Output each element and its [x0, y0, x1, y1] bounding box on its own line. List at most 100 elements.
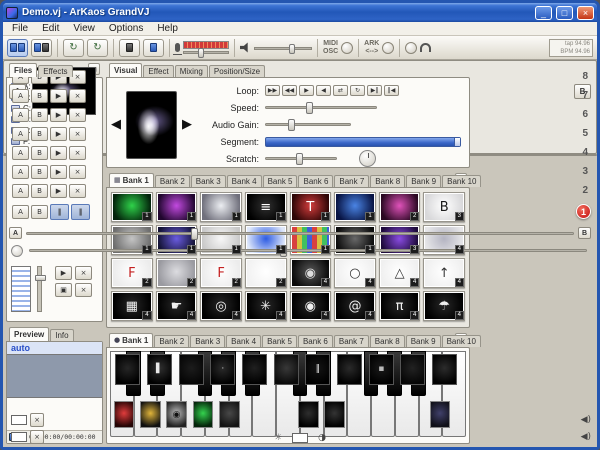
tab-effects[interactable]: Effects [38, 65, 72, 77]
layer-4-play-button[interactable]: ▶ [50, 146, 67, 160]
keyboard-clip[interactable] [430, 401, 451, 429]
kb-bank-tab-bank-8[interactable]: Bank 8 [370, 335, 405, 347]
tab-position-size[interactable]: Position/Size [209, 65, 265, 77]
layer-2-a-button[interactable]: A [12, 184, 29, 198]
keyboard-clip[interactable] [274, 354, 299, 385]
crossfader-track[interactable] [26, 232, 574, 235]
kb-bank-tab-bank-5[interactable]: Bank 5 [262, 335, 297, 347]
keyboard-clip[interactable] [432, 354, 457, 385]
kb-bank-tab-bank-4[interactable]: Bank 4 [226, 335, 261, 347]
layer-5-b-button[interactable]: B [31, 127, 48, 141]
bank-tab-bank-8[interactable]: Bank 8 [370, 175, 405, 187]
bank-tab-bank-1[interactable]: ▦Bank 1 [109, 173, 154, 187]
keyboard-clip[interactable] [219, 401, 240, 429]
kb-bank-tab-bank-9[interactable]: Bank 9 [406, 335, 441, 347]
bank-tab-bank-2[interactable]: Bank 2 [155, 175, 190, 187]
minimize-button[interactable]: _ [535, 6, 552, 20]
close-button[interactable]: × [577, 6, 594, 20]
layer-4-a-button[interactable]: A [12, 146, 29, 160]
keyboard-clip[interactable] [114, 401, 135, 429]
maximize-button[interactable]: □ [556, 6, 573, 20]
cue-list[interactable] [11, 266, 31, 312]
master-speed-slider[interactable] [29, 249, 587, 252]
keyboard-clip[interactable]: ▪ [369, 354, 394, 385]
keyboard-clip[interactable] [140, 401, 161, 429]
keyboard-clip[interactable] [242, 354, 267, 385]
layer-6-play-button[interactable]: ▶ [50, 108, 67, 122]
ark-led-button[interactable] [382, 42, 394, 54]
master-volume-slider[interactable] [254, 47, 312, 50]
layer-1-pause-a-button[interactable]: ‖ [50, 204, 69, 220]
fx-button[interactable]: × [75, 266, 92, 280]
fullscreen-button[interactable] [119, 39, 140, 57]
layout-dual-button[interactable] [31, 39, 52, 57]
layer-1-pause-b-button[interactable]: ‖ [71, 204, 90, 220]
keyboard-clip[interactable] [179, 354, 204, 385]
channel-b-speaker-icon[interactable]: ◀) [581, 432, 591, 442]
channel-a-speaker-icon[interactable]: ◀) [581, 415, 591, 425]
bank-tab-bank-5[interactable]: Bank 5 [263, 175, 298, 187]
layer-6-a-button[interactable]: A [12, 108, 29, 122]
monitor-led-button[interactable] [405, 42, 417, 54]
tab-visual[interactable]: Visual [109, 63, 142, 77]
layer-4-stop-button[interactable]: × [69, 146, 86, 160]
keyboard-clip[interactable] [193, 401, 214, 429]
fx-button[interactable]: × [75, 283, 92, 297]
bank-tab-bank-4[interactable]: Bank 4 [227, 175, 262, 187]
layer-3-b-button[interactable]: B [31, 165, 48, 179]
layer-6-stop-button[interactable]: × [69, 108, 86, 122]
menu-item-options[interactable]: Options [102, 22, 150, 36]
crossfader-a-button[interactable]: A [9, 227, 22, 239]
layer-5-stop-button[interactable]: × [69, 127, 86, 141]
midi-led-button[interactable] [341, 42, 353, 54]
keyboard-clip[interactable]: ▌ [147, 354, 172, 385]
crossfader-thumb[interactable] [191, 228, 198, 240]
bank-tab-bank-6[interactable]: Bank 6 [298, 175, 333, 187]
layer-fader-track[interactable] [37, 266, 42, 312]
slider-thumb[interactable] [289, 44, 295, 54]
sync-b-button[interactable]: ↻ [87, 39, 108, 57]
layer-3-a-button[interactable]: A [12, 165, 29, 179]
kb-bank-tab-bank-1[interactable]: ●Bank 1 [109, 333, 153, 347]
kb-bank-tab-bank-2[interactable]: Bank 2 [154, 335, 189, 347]
layer-7-stop-button[interactable]: × [69, 89, 86, 103]
menu-item-view[interactable]: View [66, 22, 102, 36]
crossfader-b-button[interactable]: B [578, 227, 591, 239]
kb-bank-tab-bank-6[interactable]: Bank 6 [298, 335, 333, 347]
tab-effect[interactable]: Effect [143, 65, 173, 77]
layer-5-a-button[interactable]: A [12, 127, 29, 141]
layer-3-play-button[interactable]: ▶ [50, 165, 67, 179]
layer-5-play-button[interactable]: ▶ [50, 127, 67, 141]
layer-fader-thumb[interactable] [35, 275, 46, 281]
tab-mixing[interactable]: Mixing [175, 65, 208, 77]
layer-2-play-button[interactable]: ▶ [50, 184, 67, 198]
fx-button[interactable]: ▶ [55, 266, 72, 280]
sync-a-button[interactable]: ↻ [63, 39, 84, 57]
channel-a-mute-button[interactable]: × [30, 413, 44, 427]
channel-a-screen-icon[interactable] [11, 415, 27, 425]
layer-7-play-button[interactable]: ▶ [50, 89, 67, 103]
bank-tab-bank-10[interactable]: Bank 10 [442, 175, 481, 187]
output-toggle-button[interactable] [143, 39, 164, 57]
master-speed-knob[interactable] [11, 245, 23, 257]
kb-bank-tab-bank-10[interactable]: Bank 10 [442, 335, 481, 347]
layer-6-b-button[interactable]: B [31, 108, 48, 122]
mic-gain-slider[interactable] [183, 51, 229, 54]
tab-preview[interactable]: Preview [9, 327, 49, 341]
layer-7-b-button[interactable]: B [31, 89, 48, 103]
keyboard-clip[interactable] [324, 401, 345, 429]
layer-2-stop-button[interactable]: × [69, 184, 86, 198]
tab-info[interactable]: Info [50, 329, 73, 341]
kb-bank-tab-bank-3[interactable]: Bank 3 [190, 335, 225, 347]
channel-b-mute-button[interactable]: × [30, 430, 44, 444]
bank-tab-bank-9[interactable]: Bank 9 [406, 175, 441, 187]
layer-4-b-button[interactable]: B [31, 146, 48, 160]
bank-tab-bank-3[interactable]: Bank 3 [191, 175, 226, 187]
tab-files[interactable]: Files [9, 63, 37, 77]
layer-2-b-button[interactable]: B [31, 184, 48, 198]
layer-1-a-button[interactable]: A [12, 205, 29, 219]
keyboard-clip[interactable]: ‖ [305, 354, 330, 385]
keyboard-clip[interactable] [400, 354, 425, 385]
fx-button[interactable]: ▣ [55, 283, 72, 297]
layer-3-stop-button[interactable]: × [69, 165, 86, 179]
